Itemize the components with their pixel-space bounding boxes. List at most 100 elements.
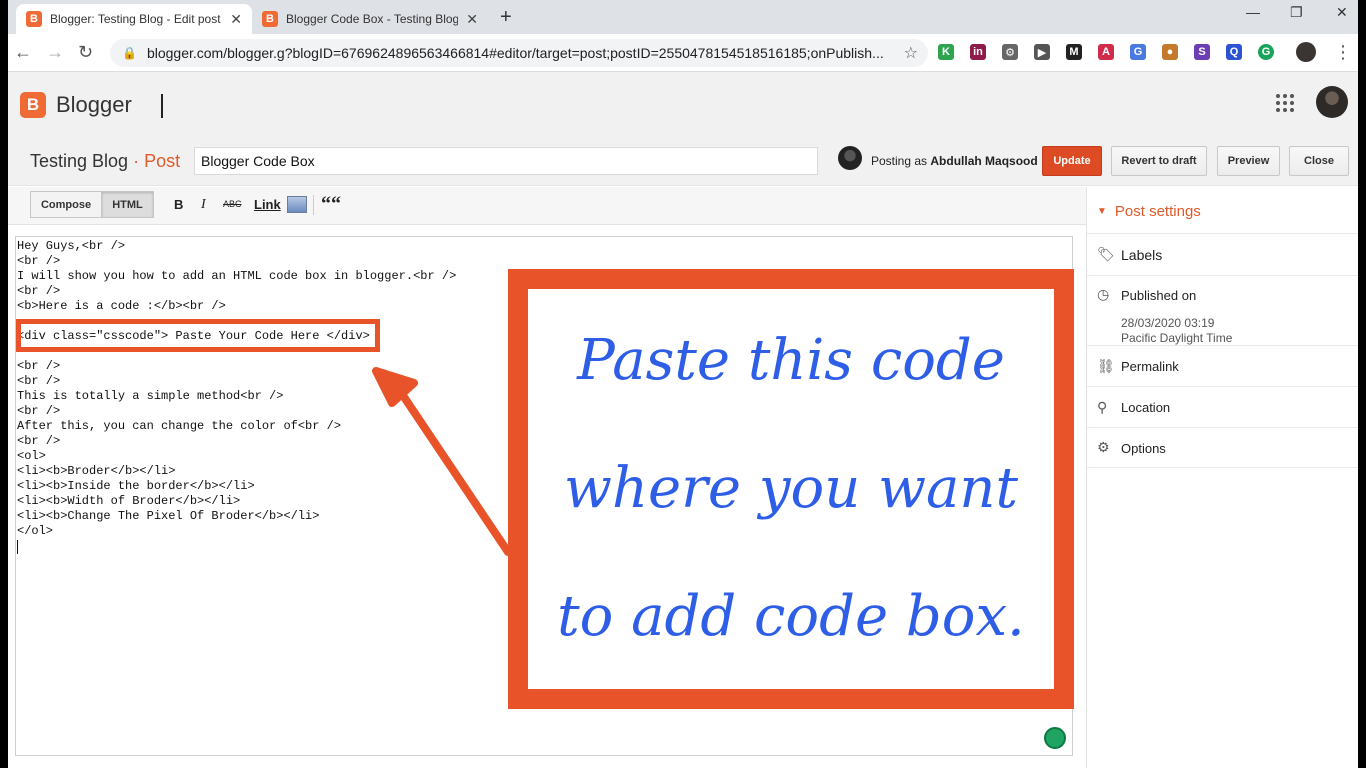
restore-icon[interactable]: ❐ xyxy=(1290,4,1303,21)
code-line[interactable]: Hey Guys,<br /> xyxy=(17,239,456,254)
code-line[interactable]: <li><b>Change The Pixel Of Broder</b></l… xyxy=(17,509,456,524)
caret-down-icon: ▼ xyxy=(1097,206,1107,217)
tab-strip: B Blogger: Testing Blog - Edit post ✕ B … xyxy=(8,0,1358,34)
forward-icon[interactable]: → xyxy=(46,42,64,63)
lock-icon: 🔒 xyxy=(122,46,137,60)
blog-name[interactable]: Testing Blog xyxy=(30,151,128,171)
published-timezone: Pacific Daylight Time xyxy=(1121,331,1233,345)
update-button[interactable]: Update xyxy=(1042,146,1102,176)
callout-line-2: where you want xyxy=(564,456,1018,521)
grammarly-status-icon[interactable] xyxy=(1044,727,1066,749)
code-line[interactable]: <li><b>Inside the border</b></li> xyxy=(17,479,456,494)
callout-body: Paste this code where you want to add co… xyxy=(528,289,1054,689)
grammarly-extension-icon[interactable]: G xyxy=(1258,44,1274,60)
revert-to-draft-button[interactable]: Revert to draft xyxy=(1111,146,1207,176)
post-title-input[interactable]: Blogger Code Box xyxy=(194,147,818,175)
code-line[interactable]: <br /> xyxy=(17,284,456,299)
code-line[interactable]: <br /> xyxy=(17,434,456,449)
html-source-text[interactable]: Hey Guys,<br /> <br /> I will show you how… xyxy=(17,239,456,539)
blogger-logo-icon[interactable]: B xyxy=(20,92,46,118)
code-line[interactable]: <b>Here is a code :</b><br /> xyxy=(17,299,456,314)
code-line[interactable]: This is totally a simple method<br /> xyxy=(17,389,456,404)
code-line[interactable]: After this, you can change the color of<… xyxy=(17,419,456,434)
code-line[interactable]: </ol> xyxy=(17,524,456,539)
text-caret xyxy=(17,540,18,554)
browser-menu-icon[interactable]: ⋮ xyxy=(1334,42,1352,63)
section-name: Post xyxy=(144,151,181,171)
code-line[interactable]: <br /> xyxy=(17,374,456,389)
location-label: Location xyxy=(1121,400,1171,415)
gear-icon: ⚙ xyxy=(1097,439,1110,455)
extension-icon[interactable]: K xyxy=(938,44,954,60)
toolbar-divider xyxy=(313,195,314,215)
tab-title: Blogger Code Box - Testing Blog xyxy=(286,12,459,26)
close-tab-icon[interactable]: ✕ xyxy=(466,11,478,28)
close-window-icon[interactable]: ✕ xyxy=(1336,4,1348,21)
address-bar-row: ← → ↻ 🔒 blogger.com/blogger.g?blogID=676… xyxy=(8,34,1358,72)
html-editor[interactable]: Hey Guys,<br /> <br /> I will show you how… xyxy=(15,236,1074,756)
permalink-label: Permalink xyxy=(1121,359,1179,374)
author-avatar xyxy=(838,146,862,170)
cookie-extension-icon[interactable]: ● xyxy=(1162,44,1178,60)
browser-window: B Blogger: Testing Blog - Edit post ✕ B … xyxy=(8,0,1358,768)
published-on-label: Published on xyxy=(1121,288,1197,303)
tab-code-box[interactable]: B Blogger Code Box - Testing Blog ✕ xyxy=(252,4,488,34)
extension-icon[interactable]: in xyxy=(970,44,986,60)
extension-icon[interactable]: M xyxy=(1066,44,1082,60)
minimize-icon[interactable]: — xyxy=(1246,4,1260,20)
post-settings-sidebar: ▼ Post settings 🏷 Labels ◷ Published on … xyxy=(1086,187,1358,768)
instruction-callout: Paste this code where you want to add co… xyxy=(508,269,1074,709)
sidebar-item-options[interactable]: ⚙ Options xyxy=(1087,427,1358,468)
close-tab-icon[interactable]: ✕ xyxy=(230,11,242,28)
post-settings-header[interactable]: ▼ Post settings xyxy=(1097,203,1201,220)
extension-icon[interactable]: ⚙ xyxy=(1002,44,1018,60)
sidebar-item-location[interactable]: ⚲ Location xyxy=(1087,386,1358,427)
reload-icon[interactable]: ↻ xyxy=(78,42,93,63)
header-divider xyxy=(161,94,163,118)
preview-button[interactable]: Preview xyxy=(1217,146,1280,176)
code-line[interactable]: <ol> xyxy=(17,449,456,464)
strikethrough-button[interactable]: ABC xyxy=(223,199,242,209)
code-line[interactable]: <br /> xyxy=(17,254,456,269)
translate-extension-icon[interactable]: G xyxy=(1130,44,1146,60)
url-text[interactable]: blogger.com/blogger.g?blogID=67696248965… xyxy=(147,45,904,61)
bookmark-star-icon[interactable]: ☆ xyxy=(904,43,918,63)
omnibox[interactable]: 🔒 blogger.com/blogger.g?blogID=676962489… xyxy=(110,39,928,67)
close-button[interactable]: Close xyxy=(1289,146,1349,176)
app-name[interactable]: Blogger xyxy=(56,92,132,118)
extension-icon[interactable]: A xyxy=(1098,44,1114,60)
back-icon[interactable]: ← xyxy=(14,42,32,63)
published-date: 28/03/2020 03:19 xyxy=(1121,316,1215,330)
code-line[interactable]: I will show you how to add an HTML code … xyxy=(17,269,456,284)
extension-icon[interactable]: Q xyxy=(1226,44,1242,60)
posting-as: Posting as Abdullah Maqsood xyxy=(871,154,1038,168)
link-button[interactable]: Link xyxy=(254,197,281,212)
sidebar-item-published-on[interactable]: ◷ Published on 28/03/2020 03:19 Pacific … xyxy=(1087,275,1358,345)
link-icon: ⛓ xyxy=(1097,358,1115,374)
code-line[interactable]: <br /> xyxy=(17,404,456,419)
new-tab-icon[interactable]: + xyxy=(500,6,512,29)
compose-mode-button[interactable]: Compose xyxy=(30,191,102,218)
insert-image-icon[interactable] xyxy=(287,196,307,213)
quote-icon[interactable]: ““ xyxy=(321,193,341,216)
author-name: Abdullah Maqsood xyxy=(930,154,1038,168)
sidebar-item-labels[interactable]: 🏷 Labels xyxy=(1087,233,1358,275)
profile-avatar[interactable] xyxy=(1296,42,1316,62)
labels-label: Labels xyxy=(1121,247,1163,263)
code-line[interactable]: <br /> xyxy=(17,359,456,374)
bold-button[interactable]: B xyxy=(174,197,183,212)
page-title: Testing Blog · Post xyxy=(30,151,180,172)
code-line[interactable]: <li><b>Width of Broder</b></li> xyxy=(17,494,456,509)
extension-icon[interactable]: S xyxy=(1194,44,1210,60)
blogger-favicon-icon: B xyxy=(26,11,42,27)
sidebar-item-permalink[interactable]: ⛓ Permalink xyxy=(1087,345,1358,386)
editor-toolbar: Compose HTML B I ABC Link ““ xyxy=(8,187,1086,225)
html-mode-button[interactable]: HTML xyxy=(101,191,154,218)
code-line[interactable]: <li><b>Broder</b></li> xyxy=(17,464,456,479)
extension-icon[interactable]: ▶ xyxy=(1034,44,1050,60)
apps-grid-icon[interactable] xyxy=(1276,94,1294,112)
tab-edit-post[interactable]: B Blogger: Testing Blog - Edit post ✕ xyxy=(16,4,252,34)
post-settings-label: Post settings xyxy=(1114,203,1201,220)
account-avatar[interactable] xyxy=(1316,86,1348,118)
italic-button[interactable]: I xyxy=(201,197,206,213)
